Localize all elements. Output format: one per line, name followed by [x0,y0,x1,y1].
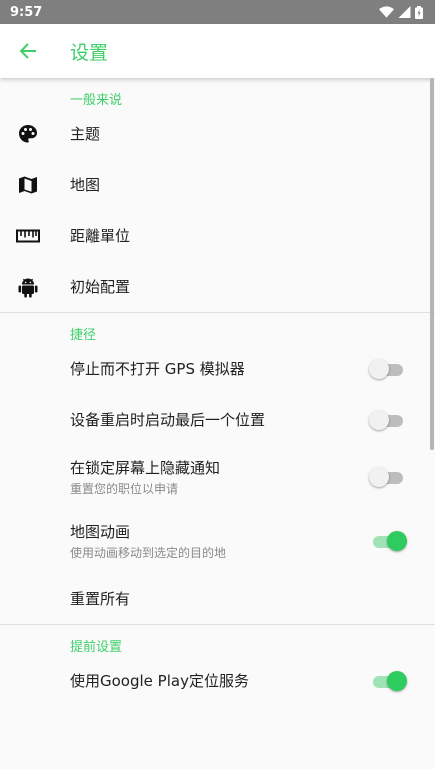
setting-map-animation[interactable]: 地图动画 使用动画移动到选定的目的地 [0,509,435,573]
setting-restart-last-location[interactable]: 设备重启时启动最后一个位置 [0,394,435,445]
setting-label: 地图 [70,176,101,194]
back-arrow-icon [19,43,36,59]
setting-summary: 使用动画移动到选定的目的地 [70,546,227,560]
setting-label: 距離單位 [70,227,131,245]
wifi-icon [379,6,394,18]
toggle-switch[interactable] [369,531,409,551]
setting-summary: 重置您的职位以申请 [70,482,179,496]
section-header-shortcuts: 捷径 [70,328,97,343]
setting-label: 主题 [70,125,101,143]
setting-label: 在锁定屏幕上隐藏通知 [70,459,221,477]
map-icon [0,175,56,195]
signal-icon [398,6,411,18]
setting-map[interactable]: 地图 [0,159,435,210]
battery-icon [415,5,423,19]
back-button[interactable] [0,24,56,78]
status-icons [379,5,423,19]
setting-stop-gps[interactable]: 停止而不打开 GPS 模拟器 [0,343,435,394]
page-title: 设置 [70,41,109,64]
setting-label: 重置所有 [70,590,131,608]
section-header-advanced: 提前设置 [70,640,123,655]
section-header-general: 一般来说 [70,93,123,108]
palette-icon [0,124,56,144]
toggle-switch[interactable] [369,670,409,691]
scrollbar[interactable] [430,78,434,450]
setting-reset-all[interactable]: 重置所有 [0,573,435,624]
app-bar: 设置 [0,24,435,78]
setting-label: 设备重启时启动最后一个位置 [70,411,266,429]
toggle-switch[interactable] [369,409,409,430]
status-time: 9:57 [10,4,43,20]
toggle-switch[interactable] [369,358,409,379]
setting-hide-lockscreen-notification[interactable]: 在锁定屏幕上隐藏通知 重置您的职位以申请 [0,445,435,509]
setting-google-play-location[interactable]: 使用Google Play定位服务 [0,655,435,706]
setting-theme[interactable]: 主题 [0,108,435,159]
settings-list: 一般来说 主题 地图 距離單位 初始配置 捷径 停止而不打开 GPS 模拟器 设… [0,78,435,706]
setting-initial-config[interactable]: 初始配置 [0,261,435,312]
setting-distance-unit[interactable]: 距離單位 [0,210,435,261]
setting-label: 地图动画 [70,523,131,541]
setting-label: 初始配置 [70,278,131,296]
android-icon [0,276,56,298]
setting-label: 使用Google Play定位服务 [70,672,249,690]
toggle-switch[interactable] [369,467,409,487]
ruler-icon [0,229,56,243]
status-bar: 9:57 [0,0,435,24]
setting-label: 停止而不打开 GPS 模拟器 [70,360,245,378]
